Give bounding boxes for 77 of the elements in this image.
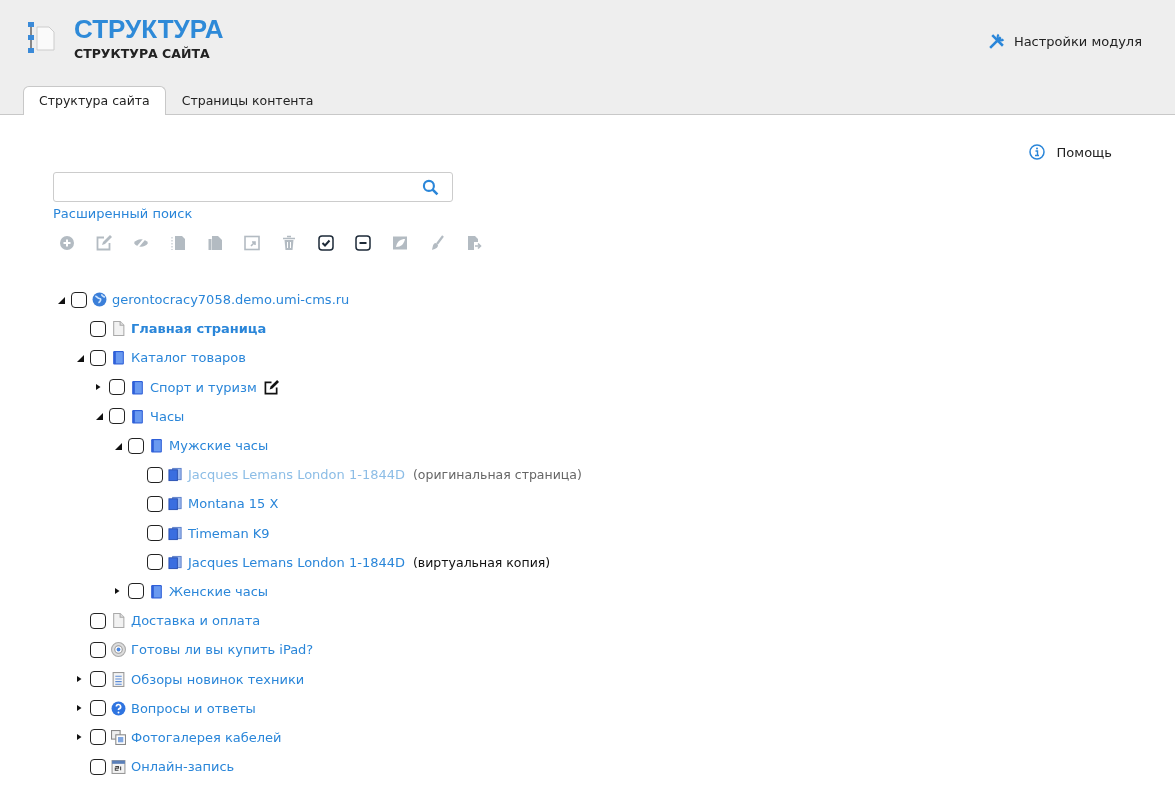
structure-icon [26, 20, 58, 56]
tree-item-link[interactable]: Фотогалерея кабелей [131, 729, 282, 745]
globe-icon [92, 292, 107, 308]
checkbox[interactable] [90, 612, 106, 629]
book-icon [130, 379, 145, 395]
collapse-arrow[interactable] [57, 295, 65, 304]
book-icon [130, 408, 145, 424]
checkbox[interactable] [109, 379, 125, 396]
pages-icon [168, 467, 183, 483]
checkbox[interactable] [147, 554, 163, 571]
help-link[interactable]: Помощь [1028, 144, 1112, 160]
tree-item-link[interactable]: Jacques Lemans London 1-1844D [188, 467, 405, 483]
checkbox[interactable] [128, 437, 144, 454]
tree-item-link[interactable]: Мужские часы [169, 438, 269, 454]
checkbox-icon[interactable] [318, 235, 334, 251]
module-settings-link[interactable]: Настройки модуля [987, 33, 1142, 50]
tree-item-link[interactable]: Timeman K9 [188, 525, 270, 541]
expand-arrow[interactable] [77, 675, 83, 684]
tree-item-link[interactable]: Онлайн-запись [131, 759, 235, 775]
checkbox[interactable] [71, 291, 87, 308]
checkbox[interactable] [90, 641, 106, 658]
search-icon[interactable] [422, 178, 439, 196]
pages-icon [168, 554, 183, 570]
collapse-arrow[interactable] [76, 353, 84, 362]
expand-arrow[interactable] [96, 383, 102, 392]
question-icon [111, 700, 126, 716]
tree-item-link[interactable]: Спорт и туризм [150, 379, 257, 395]
tree-item-link[interactable]: Montana 15 X [188, 496, 279, 512]
tab[interactable]: Структура сайта [23, 86, 166, 115]
page-note: (оригинальная страница) [413, 467, 582, 483]
document-icon [111, 671, 126, 687]
module-title: СТРУКТУРА [74, 14, 224, 44]
checkbox[interactable] [90, 729, 106, 746]
checkbox[interactable] [90, 758, 106, 775]
tree-item-link[interactable]: Женские часы [169, 583, 269, 599]
checkbox[interactable] [147, 525, 163, 542]
tree-item-link[interactable]: Доставка и оплата [131, 613, 261, 629]
checkbox[interactable] [90, 320, 106, 337]
tree-item-link[interactable]: Jacques Lemans London 1-1844D [188, 554, 405, 570]
gallery-icon [111, 729, 126, 745]
edit-icon[interactable] [263, 379, 279, 395]
page-icon [111, 321, 126, 337]
tree-item-link[interactable]: Часы [150, 408, 185, 424]
target-icon [111, 642, 126, 658]
module-subtitle: СТРУКТУРА САЙТА [74, 46, 211, 61]
checkbox[interactable] [90, 671, 106, 688]
collapse-arrow[interactable] [114, 441, 122, 450]
collapse-arrow[interactable] [95, 412, 103, 421]
settings-icon [987, 33, 1005, 50]
expand-arrow[interactable] [77, 704, 83, 713]
checkbox[interactable] [90, 700, 106, 717]
checkbox[interactable] [109, 408, 125, 425]
calendar-icon [111, 759, 126, 775]
tree-item-link[interactable]: Главная страница [131, 321, 267, 337]
pages-icon [168, 496, 183, 512]
book-icon [111, 350, 126, 366]
checkbox[interactable] [147, 495, 163, 512]
page-note: (виртуальная копия) [413, 554, 551, 570]
minus-icon[interactable] [355, 235, 371, 251]
book-icon [149, 583, 164, 599]
tree-item-link[interactable]: Каталог товаров [131, 350, 246, 366]
checkbox[interactable] [128, 583, 144, 600]
checkbox[interactable] [147, 466, 163, 483]
tree-item-link[interactable]: Вопросы и ответы [131, 700, 256, 716]
page-icon [111, 613, 126, 629]
checkbox[interactable] [90, 349, 106, 366]
tree-item-link[interactable]: gerontocracy7058.demo.umi-cms.ru [112, 292, 350, 308]
expand-arrow[interactable] [77, 733, 83, 742]
tab[interactable]: Страницы контента [165, 86, 330, 115]
advanced-search-link[interactable]: Расширенный поиск [53, 206, 193, 221]
search-field[interactable] [53, 172, 453, 202]
pages-icon [168, 525, 183, 541]
tree-item-link[interactable]: Готовы ли вы купить iPad? [131, 642, 314, 658]
tree-item-link[interactable]: Обзоры новинок техники [131, 671, 305, 687]
book-icon [149, 438, 164, 454]
expand-arrow[interactable] [115, 587, 121, 596]
info-icon [1028, 144, 1045, 160]
